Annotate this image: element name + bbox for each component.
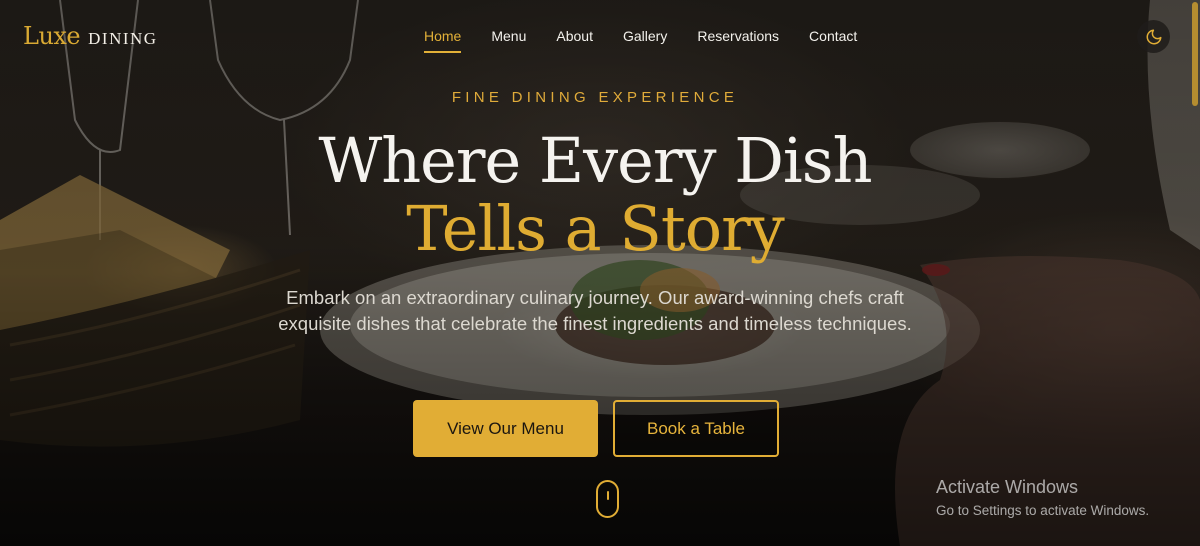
nav-link-menu[interactable]: Menu — [491, 28, 526, 50]
theme-toggle-button[interactable] — [1137, 20, 1170, 53]
moon-icon — [1146, 29, 1161, 44]
watermark-subtitle: Go to Settings to activate Windows. — [936, 503, 1150, 518]
brand-logo[interactable]: Luxe DINING — [23, 22, 158, 50]
scroll-wheel-dot — [606, 491, 609, 500]
top-navbar: Luxe DINING Home Menu About Gallery Rese… — [0, 0, 1200, 72]
activate-windows-watermark: Activate Windows Go to Settings to activ… — [936, 477, 1149, 518]
page-scrollbar-thumb[interactable] — [1192, 2, 1198, 106]
hero-subtitle: Embark on an extraordinary culinary jour… — [278, 287, 912, 334]
hero-eyebrow: FINE DINING EXPERIENCE — [451, 89, 739, 106]
brand-logo-script: Luxe — [23, 22, 81, 50]
nav-link-home[interactable]: Home — [424, 28, 462, 53]
hero-overlay — [0, 0, 1200, 546]
brand-logo-word: DINING — [88, 29, 158, 48]
hero-title-line-1: Where Every Dish — [318, 124, 872, 197]
nav-link-gallery[interactable]: Gallery — [623, 28, 667, 50]
watermark-title: Activate Windows — [936, 477, 1079, 497]
nav-link-about[interactable]: About — [556, 28, 593, 50]
nav-link-reservations[interactable]: Reservations — [697, 28, 779, 50]
hero-title-line-2: Tells a Story — [406, 192, 784, 265]
view-menu-button[interactable]: View Our Menu — [413, 400, 598, 457]
nav-link-contact[interactable]: Contact — [809, 28, 857, 50]
mouse-scroll-icon[interactable] — [596, 480, 619, 518]
book-table-button[interactable]: Book a Table — [613, 400, 779, 457]
nav-menu: Home Menu About Gallery Reservations Con… — [424, 28, 857, 53]
